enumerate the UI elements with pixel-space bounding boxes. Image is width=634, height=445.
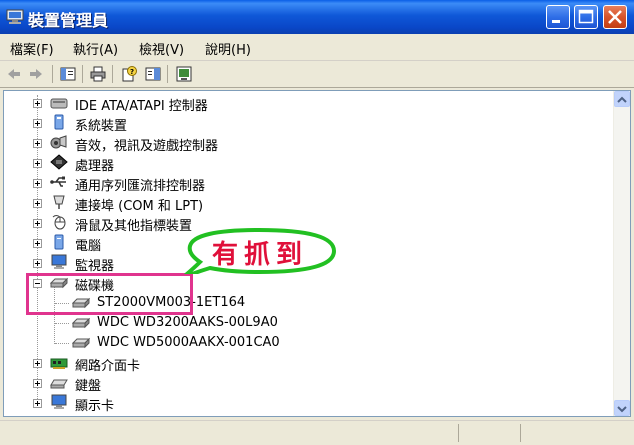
monitor-icon xyxy=(51,254,67,269)
status-separator xyxy=(458,424,459,442)
toolbar-separator xyxy=(167,65,168,83)
tree-item-ide-controller[interactable]: IDE ATA/ATAPI 控制器 xyxy=(4,93,604,114)
vertical-scrollbar[interactable] xyxy=(613,91,630,416)
toolbar-separator xyxy=(52,65,53,83)
tree-item-label: 滑鼠及其他指標裝置 xyxy=(75,219,193,234)
display-adapter-icon xyxy=(51,394,67,409)
back-icon[interactable] xyxy=(6,66,22,82)
tree-item-system-devices[interactable]: 系統裝置 xyxy=(4,113,604,134)
tree-item-label: 連接埠 (COM 和 LPT) xyxy=(75,199,204,214)
tree-item-label: 電腦 xyxy=(75,239,102,254)
device-manager-icon xyxy=(6,9,24,24)
minimize-icon xyxy=(552,20,560,23)
expand-icon[interactable] xyxy=(33,359,42,368)
expand-icon[interactable] xyxy=(33,239,42,248)
tree-item-label: 網路介面卡 xyxy=(75,359,141,374)
tree-item-label: WDC WD5000AAKX-001CA0 xyxy=(97,335,280,350)
tree-item-disk-wd5000[interactable]: WDC WD5000AAKX-001CA0 xyxy=(4,333,604,353)
usb-icon xyxy=(50,176,66,187)
tree-item-processors[interactable]: 處理器 xyxy=(4,153,604,174)
tree-item-label: 系統裝置 xyxy=(75,119,128,134)
device-manager-window: 裝置管理員 檔案(F) 執行(A) 檢視(V) 說明(H) ? IDE ATA/… xyxy=(0,0,634,445)
maximize-button[interactable] xyxy=(574,5,598,29)
toolbar: ? xyxy=(0,61,634,88)
tree-item-label: 處理器 xyxy=(75,159,115,174)
menu-file[interactable]: 檔案(F) xyxy=(10,39,54,58)
mouse-icon xyxy=(52,215,66,230)
chevron-down-icon xyxy=(617,406,627,413)
tree-guide-line xyxy=(55,323,69,324)
tree-item-keyboards[interactable]: 鍵盤 xyxy=(4,373,604,394)
ide-controller-icon xyxy=(50,98,68,109)
print-icon[interactable] xyxy=(90,66,106,82)
computer-icon xyxy=(54,234,64,250)
scroll-down-button[interactable] xyxy=(614,400,630,416)
toolbar-separator xyxy=(82,65,83,83)
expand-icon[interactable] xyxy=(33,159,42,168)
scan-hardware-icon[interactable] xyxy=(176,66,192,82)
tree-item-ports[interactable]: 連接埠 (COM 和 LPT) xyxy=(4,193,604,214)
annotation-text: 有抓到 xyxy=(212,240,309,270)
toolbar-separator xyxy=(112,65,113,83)
tree-item-label: IDE ATA/ATAPI 控制器 xyxy=(75,99,208,114)
expand-icon[interactable] xyxy=(33,179,42,188)
disk-icon xyxy=(72,317,90,329)
tree-item-label: WDC WD3200AAKS-00L9A0 xyxy=(97,315,278,330)
tree-item-network-adapters[interactable]: 網路介面卡 xyxy=(4,353,604,374)
menu-view[interactable]: 檢視(V) xyxy=(139,39,184,58)
forward-icon[interactable] xyxy=(28,66,44,82)
network-adapter-icon xyxy=(50,358,68,369)
expand-icon[interactable] xyxy=(33,399,42,408)
expand-icon[interactable] xyxy=(33,119,42,128)
close-button[interactable] xyxy=(603,5,627,29)
tree-item-label: 監視器 xyxy=(75,259,115,274)
tree-item-label: 音效，視訊及遊戲控制器 xyxy=(75,139,219,154)
scroll-up-button[interactable] xyxy=(614,91,630,107)
expand-icon[interactable] xyxy=(33,139,42,148)
svg-text:?: ? xyxy=(130,68,134,76)
menu-bar: 檔案(F) 執行(A) 檢視(V) 說明(H) xyxy=(0,34,634,61)
tree-guide-line xyxy=(55,343,69,344)
expand-icon[interactable] xyxy=(33,259,42,268)
expand-icon[interactable] xyxy=(33,219,42,228)
chevron-up-icon xyxy=(617,96,627,103)
processor-icon xyxy=(50,154,68,170)
title-bar[interactable]: 裝置管理員 xyxy=(0,0,634,34)
status-separator xyxy=(520,424,521,442)
view-icon[interactable] xyxy=(145,66,161,82)
highlight-box xyxy=(26,273,193,315)
maximize-icon xyxy=(578,9,594,24)
tree-item-sound-video[interactable]: 音效，視訊及遊戲控制器 xyxy=(4,133,604,154)
help-icon[interactable]: ? xyxy=(121,66,137,82)
keyboard-icon xyxy=(50,379,68,389)
close-icon xyxy=(608,10,622,24)
menu-action[interactable]: 執行(A) xyxy=(73,39,118,58)
tree-item-disk-wd3200[interactable]: WDC WD3200AAKS-00L9A0 xyxy=(4,313,604,333)
menu-help[interactable]: 說明(H) xyxy=(205,39,251,58)
tree-item-display-adapters[interactable]: 顯示卡 xyxy=(4,393,604,414)
system-device-icon xyxy=(54,114,64,130)
tree-item-label: 通用序列匯流排控制器 xyxy=(75,179,206,194)
expand-icon[interactable] xyxy=(33,99,42,108)
window-title: 裝置管理員 xyxy=(28,11,109,30)
tree-item-label: 鍵盤 xyxy=(75,379,102,394)
expand-icon[interactable] xyxy=(33,379,42,388)
disk-icon xyxy=(72,337,90,349)
properties-view-icon[interactable] xyxy=(60,66,76,82)
expand-icon[interactable] xyxy=(33,199,42,208)
port-icon xyxy=(53,195,65,209)
tree-item-usb-controllers[interactable]: 通用序列匯流排控制器 xyxy=(4,173,604,194)
tree-item-label: 顯示卡 xyxy=(75,399,115,414)
minimize-button[interactable] xyxy=(546,5,570,29)
status-bar xyxy=(0,420,634,445)
sound-video-icon xyxy=(50,135,67,149)
